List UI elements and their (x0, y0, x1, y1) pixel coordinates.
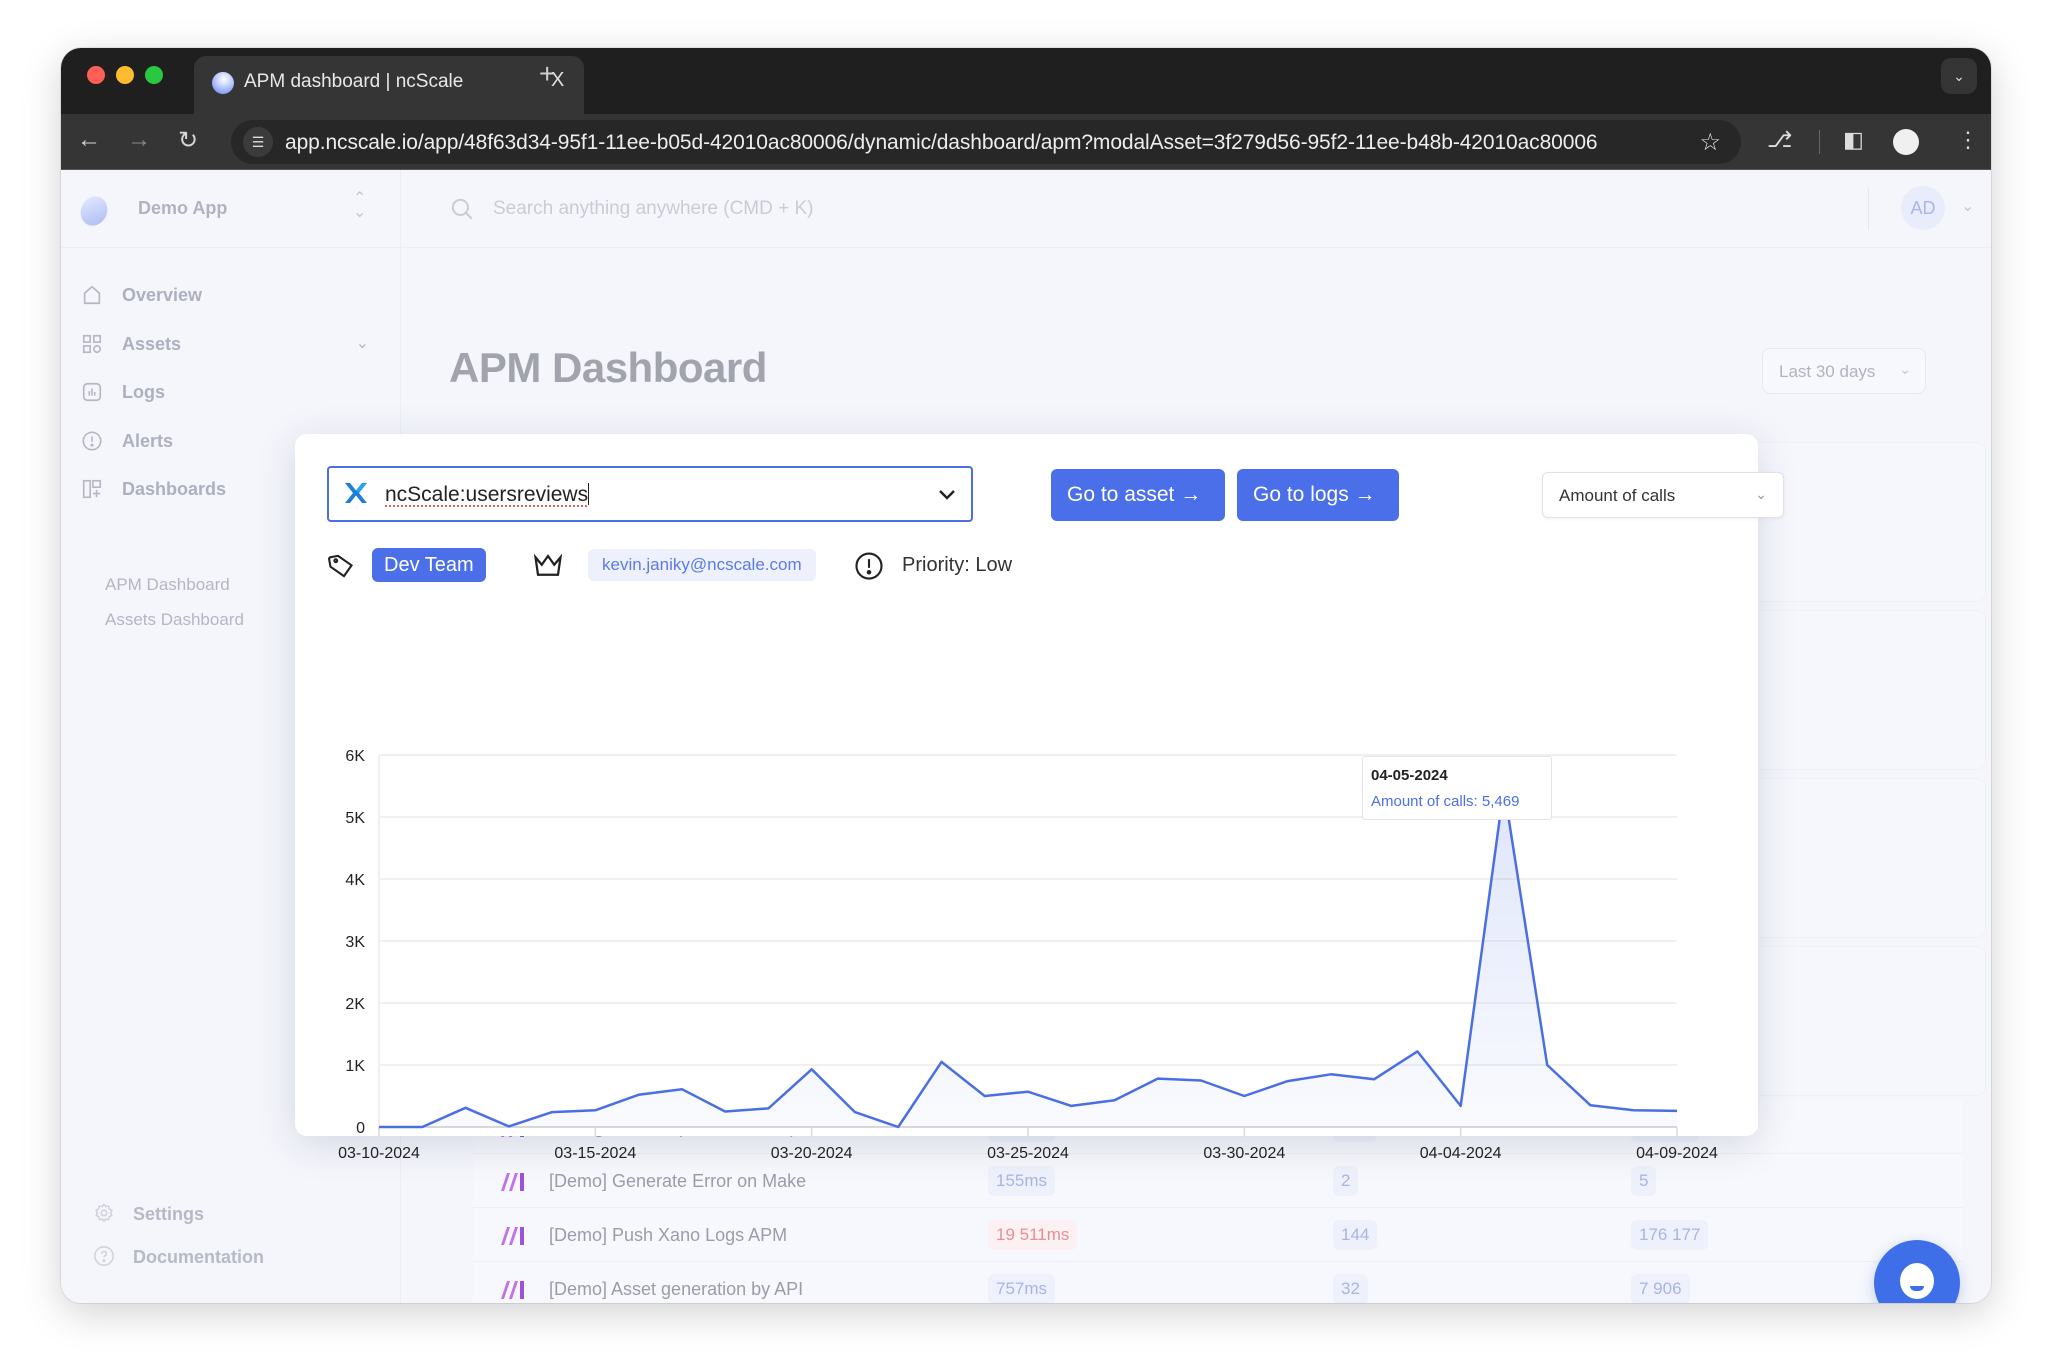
x-tick-label: 03-15-2024 (554, 1145, 636, 1162)
table-row[interactable]: [Demo] Asset generation by API 757ms 32 … (473, 1262, 1963, 1303)
side-panel-icon[interactable]: ◧ (1843, 127, 1864, 153)
tooltip-value: Amount of calls: 5,469 (1371, 793, 1520, 810)
tooltip-date: 04-05-2024 (1371, 767, 1448, 784)
maximize-window-button[interactable] (145, 66, 163, 84)
asset-name: [Demo] Generate Error on Make (549, 1171, 807, 1191)
sidebar-item-label: Documentation (133, 1247, 265, 1267)
logs-icon (82, 382, 102, 402)
minimize-window-button[interactable] (116, 66, 134, 84)
total-pill: 176 177 (1631, 1220, 1709, 1250)
sidebar-subitem-apm-dashboard[interactable]: APM Dashboard (105, 575, 230, 595)
extensions-puzzle-icon[interactable]: ⎇ (1767, 127, 1792, 153)
table-row[interactable]: [Demo] Push Xano Logs APM 19 511ms 144 1… (473, 1208, 1963, 1262)
url-bar[interactable]: ☰ app.ncscale.io/app/48f63d34-95f1-11ee-… (231, 120, 1741, 164)
total-pill: 7 906 (1631, 1274, 1690, 1303)
tab-bar: APM dashboard | ncScale X + ⌄ (61, 48, 1991, 114)
kebab-menu-icon[interactable]: ⋮ (1957, 127, 1979, 153)
tab-title: APM dashboard | ncScale (244, 71, 464, 92)
chat-bubble-icon (1900, 1263, 1934, 1299)
date-range-select[interactable]: Last 30 days ⌄ (1762, 348, 1926, 394)
forward-arrow-icon[interactable]: → (127, 126, 151, 154)
make-logo-icon (501, 1281, 524, 1299)
tab-search-chevron-icon[interactable]: ⌄ (1941, 58, 1977, 94)
y-tick-label: 5K (345, 810, 365, 827)
asset-name: [Demo] Push Xano Logs APM (549, 1225, 788, 1245)
sidebar-item-label: Alerts (122, 431, 174, 451)
search-icon (451, 198, 473, 220)
series-area (379, 787, 1677, 1127)
toolbar-divider (1819, 130, 1820, 154)
sidebar-item-assets[interactable]: Assets ⌄ (81, 327, 381, 363)
x-tick-label: 04-09-2024 (1636, 1145, 1718, 1162)
address-bar-row: ← → ↻ ☰ app.ncscale.io/app/48f63d34-95f1… (61, 114, 1991, 170)
sidebar-item-label: Logs (122, 382, 165, 402)
y-tick-label: 4K (345, 872, 365, 889)
new-tab-button[interactable]: + (539, 58, 555, 90)
sidebar-subitem-assets-dashboard[interactable]: Assets Dashboard (105, 610, 244, 630)
asset-modal: ncScale:usersreviews Go to asset → Go to… (295, 434, 1784, 1162)
date-range-value: Last 30 days (1779, 362, 1876, 381)
y-tick-label: 2K (345, 996, 365, 1013)
sidebar-item-overview[interactable]: Overview (81, 278, 381, 314)
y-tick-label: 1K (345, 1058, 365, 1075)
chevron-down-icon[interactable]: ⌄ (356, 333, 369, 353)
chart-tooltip: 04-05-2024 Amount of calls: 5,469 (1362, 756, 1552, 820)
help-icon (94, 1246, 114, 1266)
sidebar-item-documentation[interactable]: Documentation (93, 1243, 353, 1273)
asset-name: [Demo] Asset generation by API (549, 1279, 804, 1299)
count-pill: 2 (1333, 1166, 1359, 1196)
sidebar-item-logs[interactable]: Logs (81, 375, 381, 411)
user-avatar[interactable]: AD (1901, 186, 1945, 230)
app-root: Demo App ⌃ ⌄ Overview Assets ⌄ Logs Alert… (61, 170, 1991, 1303)
make-logo-icon (501, 1227, 524, 1245)
profile-avatar-icon[interactable] (1893, 129, 1919, 155)
y-tick-label: 6K (345, 748, 365, 765)
chevron-down-icon: ⌄ (1899, 361, 1911, 377)
x-tick-label: 03-10-2024 (338, 1145, 420, 1162)
gear-icon (95, 1203, 113, 1223)
x-tick-label: 03-25-2024 (987, 1145, 1069, 1162)
org-name: Demo App (138, 198, 228, 218)
chevron-down-icon[interactable]: ⌄ (1961, 196, 1974, 216)
sidebar-item-label: Assets (122, 334, 182, 354)
browser-tab[interactable]: APM dashboard | ncScale X (194, 56, 584, 114)
duration-pill: 155ms (988, 1166, 1056, 1196)
duration-pill-slow: 19 511ms (988, 1220, 1078, 1250)
duration-pill: 757ms (988, 1274, 1056, 1303)
count-pill: 144 (1333, 1220, 1378, 1250)
dashboard-icon (82, 479, 102, 499)
x-tick-label: 03-30-2024 (1203, 1145, 1285, 1162)
x-tick-label: 04-04-2024 (1420, 1145, 1502, 1162)
reload-icon[interactable]: ↻ (178, 126, 198, 155)
ncscale-favicon-icon (208, 68, 238, 98)
home-icon (83, 285, 101, 305)
sidebar-item-label: Settings (133, 1204, 205, 1224)
grid-icon (82, 334, 102, 354)
sidebar-item-label: Dashboards (122, 479, 227, 499)
sidebar-item-settings[interactable]: Settings (93, 1200, 353, 1230)
y-tick-label: 3K (345, 934, 365, 951)
back-arrow-icon[interactable]: ← (77, 126, 101, 154)
url-text[interactable]: app.ncscale.io/app/48f63d34-95f1-11ee-b0… (285, 131, 1598, 155)
page-title: APM Dashboard (449, 344, 767, 391)
alert-icon (82, 431, 102, 451)
global-search-input[interactable]: Search anything anywhere (CMD + K) (493, 198, 814, 220)
top-bar: Search anything anywhere (CMD + K) AD ⌄ (401, 170, 1991, 248)
table-row[interactable]: [Demo] Generate Error on Make 155ms 2 5 (473, 1154, 1963, 1208)
topbar-divider (1868, 188, 1869, 230)
site-settings-icon[interactable]: ☰ (243, 127, 273, 157)
org-logo-icon (75, 191, 113, 231)
make-logo-icon (501, 1173, 524, 1191)
org-switcher[interactable]: Demo App ⌃ ⌄ (61, 170, 401, 248)
count-pill: 32 (1333, 1274, 1368, 1303)
close-window-button[interactable] (87, 66, 105, 84)
x-tick-label: 03-20-2024 (771, 1145, 853, 1162)
y-tick-label: 0 (356, 1120, 365, 1137)
sidebar-item-label: Overview (122, 285, 203, 305)
bookmark-star-icon[interactable]: ☆ (1699, 128, 1721, 157)
chevron-up-down-icon[interactable]: ⌃ ⌄ (353, 191, 366, 221)
browser-window: APM dashboard | ncScale X + ⌄ ← → ↻ ☰ ap… (61, 48, 1991, 1303)
total-pill: 5 (1631, 1166, 1657, 1196)
